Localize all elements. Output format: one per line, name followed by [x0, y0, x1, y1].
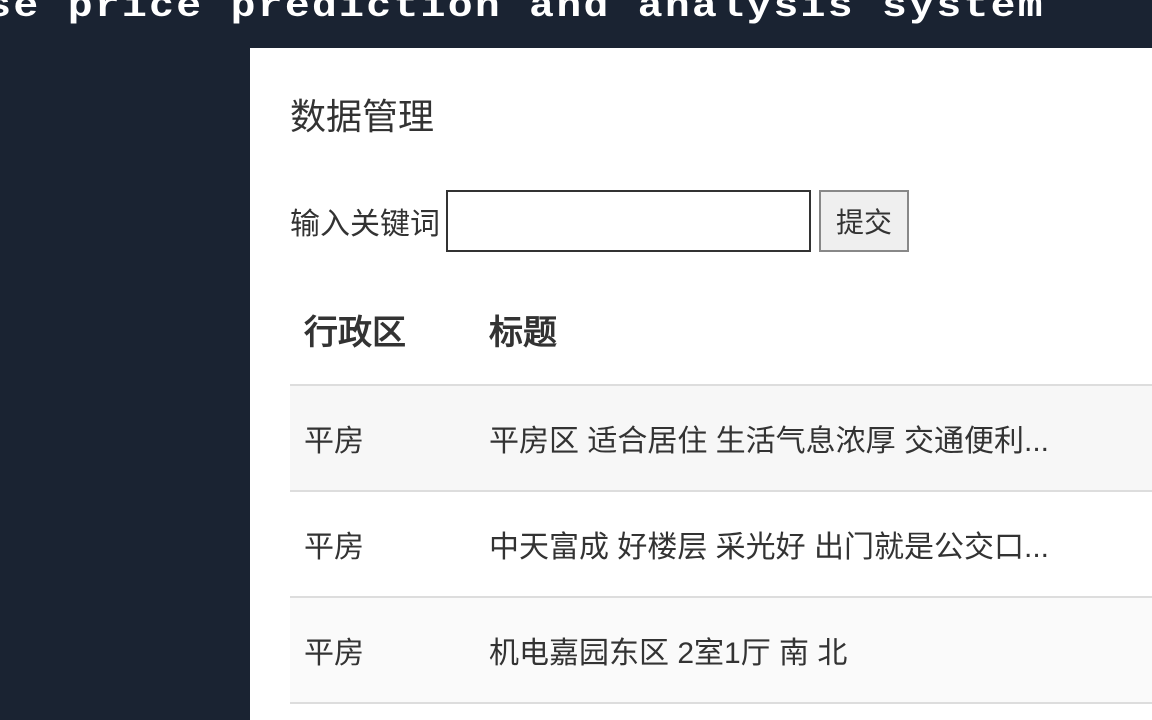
cell-title: 中天富成 好楼层 采光好 出门就是公交口... [475, 491, 1152, 597]
main-content: 数据管理 输入关键词 提交 行政区 标题 平房 平房区 适合居住 生活气息浓厚 … [250, 48, 1152, 720]
table-row[interactable]: 平房 平房区 适合居住 生活气息浓厚 交通便利... [290, 385, 1152, 491]
app-title: ouse price prediction and analysis syste… [0, 0, 1045, 27]
col-header-district: 行政区 [290, 287, 475, 385]
body-wrapper: 数据管理 输入关键词 提交 行政区 标题 平房 平房区 适合居住 生活气息浓厚 … [0, 48, 1152, 720]
cell-district: 平房 [290, 597, 475, 703]
cell-title: 平房区 适合居住 生活气息浓厚 交通便利... [475, 385, 1152, 491]
cell-district: 平房 [290, 491, 475, 597]
submit-button[interactable]: 提交 [819, 190, 909, 252]
data-table: 行政区 标题 平房 平房区 适合居住 生活气息浓厚 交通便利... 平房 中天富… [290, 287, 1152, 704]
search-row: 输入关键词 提交 [290, 190, 1152, 252]
cell-title: 机电嘉园东区 2室1厅 南 北 [475, 597, 1152, 703]
table-header-row: 行政区 标题 [290, 287, 1152, 385]
search-label: 输入关键词 [290, 199, 440, 243]
app-header: ouse price prediction and analysis syste… [0, 0, 1152, 48]
table-row[interactable]: 平房 机电嘉园东区 2室1厅 南 北 [290, 597, 1152, 703]
col-header-title: 标题 [475, 287, 1152, 385]
sidebar [0, 48, 250, 720]
cell-district: 平房 [290, 385, 475, 491]
table-row[interactable]: 平房 中天富成 好楼层 采光好 出门就是公交口... [290, 491, 1152, 597]
search-input[interactable] [446, 190, 811, 252]
page-title: 数据管理 [290, 88, 1152, 140]
